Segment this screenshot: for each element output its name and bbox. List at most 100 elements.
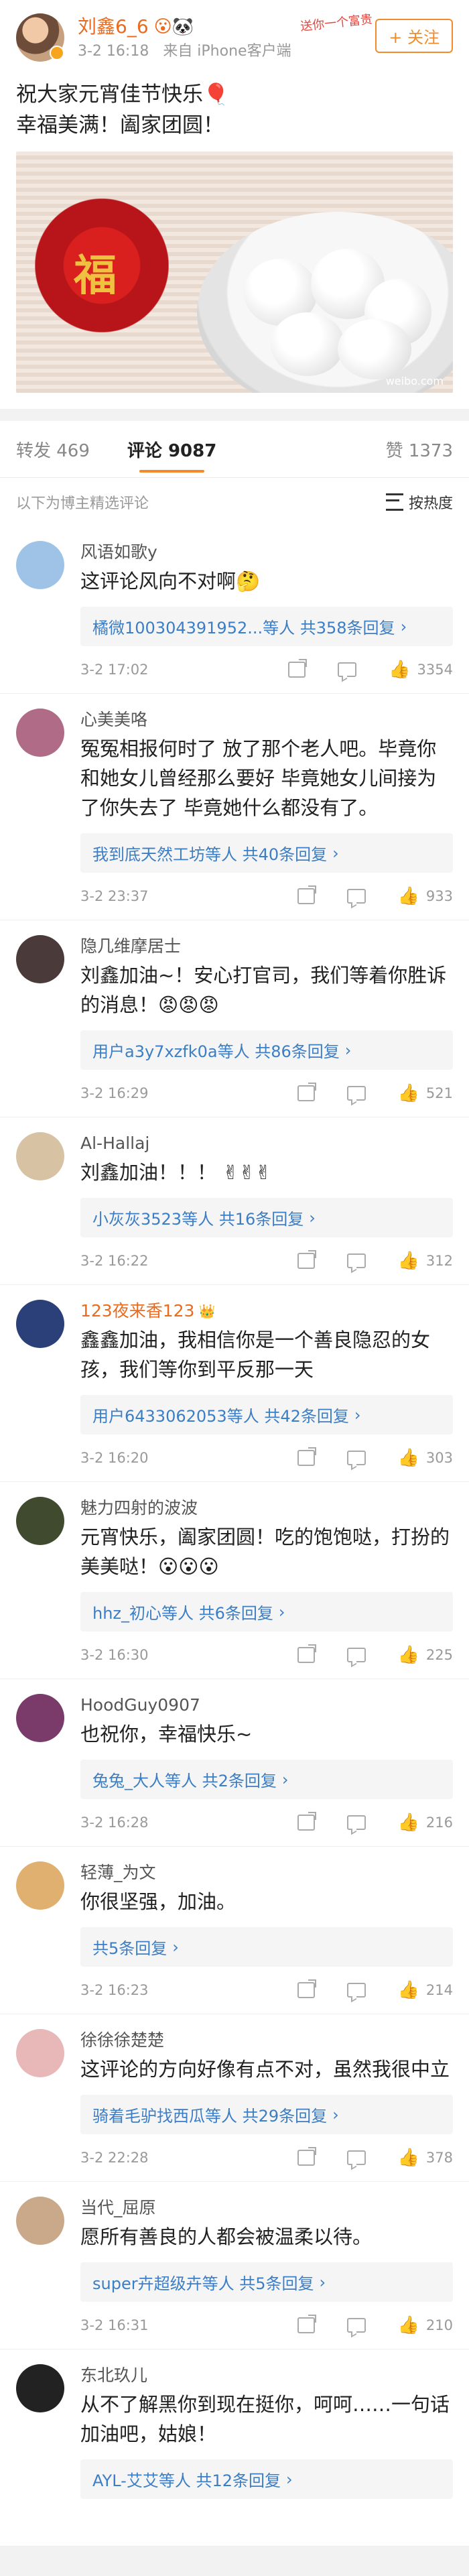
tab-comments[interactable]: 评论 9087 <box>127 437 216 473</box>
commenter-avatar[interactable] <box>16 1861 64 1910</box>
comment-text: 从不了解黑你到现在挺你，呵呵……一句话加油吧，姑娘！ <box>80 2393 450 2445</box>
reply-summary[interactable]: 用户6433062053等人 共42条回复 › <box>80 1395 453 1434</box>
comment-icon <box>346 2150 366 2165</box>
reply-summary-text: 骑着毛驴找西瓜等人 共29条回复 <box>92 2107 328 2126</box>
author-name[interactable]: 刘鑫6_6 <box>78 13 149 40</box>
like-button[interactable]: 👍 521 <box>398 1085 453 1102</box>
comment-icon <box>346 1086 366 1101</box>
author-name-row: 刘鑫6_6 😮🐼 <box>78 13 291 40</box>
commenter-avatar[interactable] <box>16 1132 64 1180</box>
comment-icon <box>346 889 366 904</box>
like-button[interactable]: 👍 225 <box>398 1646 453 1664</box>
commenter-name-row: 徐徐徐楚楚 👑 <box>80 2029 453 2052</box>
like-button[interactable]: 👍 303 <box>398 1449 453 1467</box>
share-icon <box>297 1447 316 1466</box>
tab-repost[interactable]: 转发 469 <box>16 437 90 462</box>
reply-button[interactable] <box>346 1086 366 1101</box>
reply-summary[interactable]: 我到底天然工坊等人 共40条回复 › <box>80 833 453 873</box>
post-image[interactable]: 福 weibo.com <box>16 151 453 393</box>
reply-summary[interactable]: 用户a3y7xzfk0a等人 共86条回复 › <box>80 1030 453 1070</box>
tab-likes[interactable]: 赞 1373 <box>386 437 453 462</box>
thumbs-up-icon: 👍 <box>397 2148 419 2168</box>
commenter-name[interactable]: 风语如歌y <box>80 541 157 564</box>
sort-toggle[interactable]: 按热度 <box>385 491 453 513</box>
reply-button[interactable] <box>346 1648 366 1662</box>
fu-character: 福 <box>74 251 117 301</box>
repost-button[interactable] <box>297 1083 316 1101</box>
thumbs-up-icon: 👍 <box>397 1813 419 1833</box>
author-avatar[interactable] <box>16 13 64 62</box>
reply-summary[interactable]: 共5条回复 › <box>80 1927 453 1967</box>
commenter-name-row: 魅力四射的波波 👑 <box>80 1497 453 1520</box>
comment-icon <box>346 1815 366 1830</box>
repost-button[interactable] <box>297 1250 316 1269</box>
reply-summary[interactable]: 兔兔_大人等人 共2条回复 › <box>80 1760 453 1799</box>
commenter-name[interactable]: HoodGuy0907 <box>80 1694 200 1717</box>
repost-button[interactable] <box>297 1979 316 1998</box>
commenter-avatar[interactable] <box>16 2364 64 2412</box>
commenter-name[interactable]: 魅力四射的波波 <box>80 1497 198 1520</box>
reply-button[interactable] <box>338 662 357 677</box>
reply-summary[interactable]: 骑着毛驴找西瓜等人 共29条回复 › <box>80 2095 453 2134</box>
commenter-avatar[interactable] <box>16 709 64 757</box>
share-icon <box>297 1250 316 1269</box>
commenter-name[interactable]: 心美美咯 <box>80 709 147 731</box>
like-count: 3354 <box>417 662 453 678</box>
commenter-name[interactable]: 当代_屈原 <box>80 2197 156 2219</box>
commenter-avatar[interactable] <box>16 1300 64 1348</box>
commenter-avatar[interactable] <box>16 935 64 983</box>
commenter-name-row: 东北玖儿 👑 <box>80 2364 453 2387</box>
comment-time: 3-2 16:29 <box>80 1085 149 1101</box>
reply-button[interactable] <box>346 889 366 904</box>
repost-button[interactable] <box>297 1447 316 1466</box>
reply-summary[interactable]: hhz_初心等人 共6条回复 › <box>80 1592 453 1632</box>
reply-summary[interactable]: AYL-艾艾等人 共12条回复 › <box>80 2459 453 2499</box>
like-button[interactable]: 👍 216 <box>398 1814 453 1831</box>
repost-button[interactable] <box>297 885 316 904</box>
like-button[interactable]: 👍 378 <box>398 2149 453 2166</box>
commenter-name[interactable]: 轻薄_为文 <box>80 1861 156 1884</box>
reply-button[interactable] <box>346 1451 366 1465</box>
repost-button[interactable] <box>297 1644 316 1663</box>
commenter-name[interactable]: 123夜来香123 <box>80 1300 194 1323</box>
reply-button[interactable] <box>346 1983 366 1998</box>
repost-button[interactable] <box>288 659 308 678</box>
reply-button[interactable] <box>346 1253 366 1268</box>
comment-body: 心美美咯 👑 冤冤相报何时了 放了那个老人吧。毕竟你和她女儿曾经那么要好 毕竟她… <box>80 709 453 906</box>
comment-text: 鑫鑫加油，我相信你是一个善良隐忍的女孩，我们等你到平反那一天 <box>80 1329 431 1381</box>
commenter-name[interactable]: 隐几维摩居士 <box>80 935 181 958</box>
like-button[interactable]: 👍 933 <box>398 887 453 905</box>
like-button[interactable]: 👍 210 <box>398 2317 453 2334</box>
repost-button[interactable] <box>297 2315 316 2333</box>
reply-button[interactable] <box>346 1815 366 1830</box>
comment-item: 东北玖儿 👑 从不了解黑你到现在挺你，呵呵……一句话加油吧，姑娘！ AYL-艾艾… <box>0 2349 469 2547</box>
like-button[interactable]: 👍 312 <box>398 1252 453 1270</box>
repost-button[interactable] <box>297 2147 316 2166</box>
follow-button[interactable]: + 关注 <box>375 19 453 53</box>
reply-summary[interactable]: super卉超级卉等人 共5条回复 › <box>80 2262 453 2302</box>
like-count: 378 <box>425 2150 453 2166</box>
commenter-name[interactable]: 徐徐徐楚楚 <box>80 2029 164 2052</box>
like-button[interactable]: 👍 214 <box>398 1981 453 1999</box>
comment-footer: 3-2 16:28 👍 216 <box>80 1812 453 1833</box>
comment-footer: 3-2 16:31 👍 210 <box>80 2315 453 2335</box>
commenter-avatar[interactable] <box>16 2197 64 2245</box>
comment-time: 3-2 22:28 <box>80 2150 149 2166</box>
reply-summary[interactable]: 小灰灰3523等人 共16条回复 › <box>80 1198 453 1237</box>
commenter-avatar[interactable] <box>16 541 64 589</box>
repost-button[interactable] <box>297 1812 316 1831</box>
chevron-right-icon: › <box>354 1405 361 1424</box>
reply-button[interactable] <box>346 2150 366 2165</box>
reply-summary[interactable]: 橘微100304391952...等人 共358条回复 › <box>80 607 453 646</box>
commenter-name[interactable]: Al-Hallaj <box>80 1132 149 1155</box>
commenter-avatar[interactable] <box>16 1497 64 1545</box>
commenter-avatar[interactable] <box>16 2029 64 2077</box>
commenter-avatar[interactable] <box>16 1694 64 1742</box>
comment-footer: 3-2 16:30 👍 225 <box>80 1644 453 1665</box>
thumbs-up-icon: 👍 <box>397 2315 419 2335</box>
reply-button[interactable] <box>346 2318 366 2333</box>
like-button[interactable]: 👍 3354 <box>389 661 453 678</box>
comment-time: 3-2 23:37 <box>80 888 149 904</box>
commenter-name[interactable]: 东北玖儿 <box>80 2364 147 2387</box>
comment-footer: 3-2 16:22 👍 312 <box>80 1250 453 1271</box>
